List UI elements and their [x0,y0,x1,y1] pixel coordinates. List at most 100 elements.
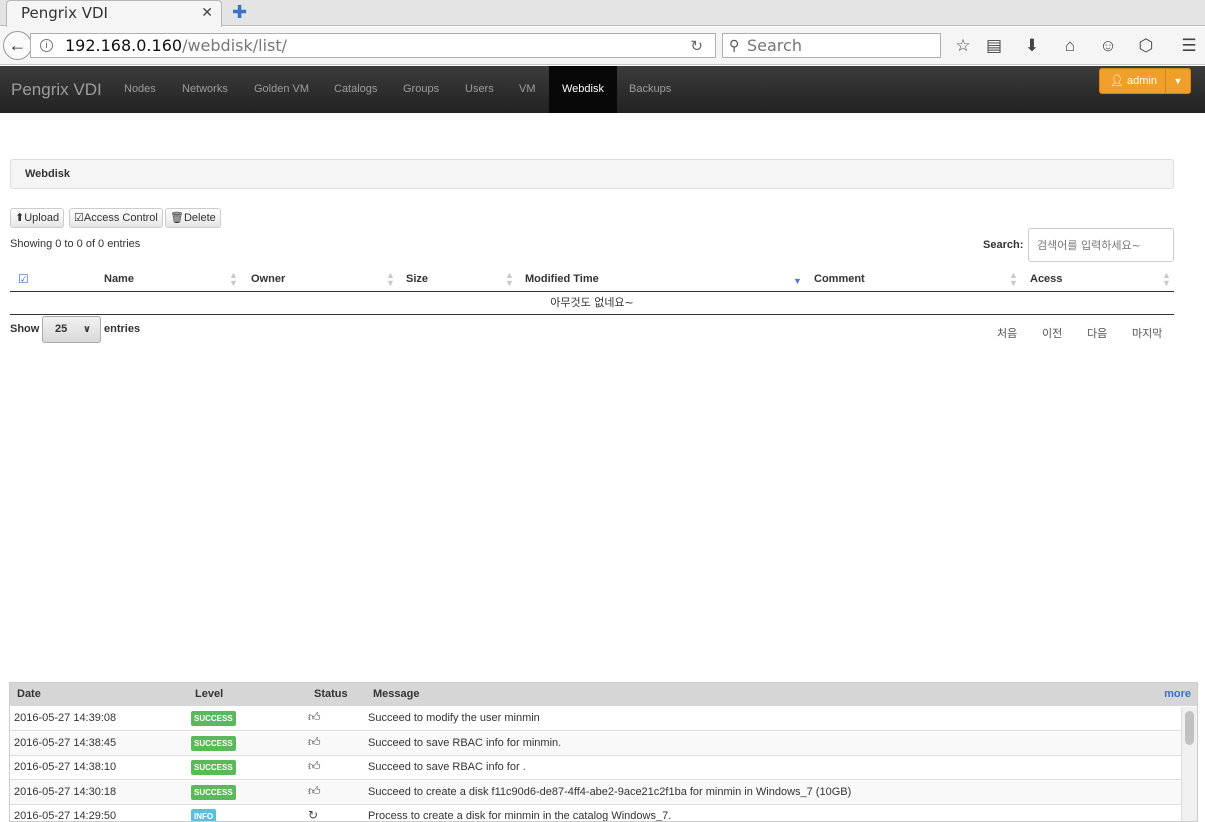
sort-desc-icon[interactable]: ▼ [793,277,802,286]
pagination-last[interactable]: 마지막 [1132,325,1162,341]
column-header-owner[interactable]: Owner [251,273,285,285]
access-control-button[interactable]: ☑Access Control [69,208,163,228]
log-level-badge: INFO [191,809,217,821]
log-date: 2016-05-27 14:29:50 [14,810,117,822]
browser-search-bar[interactable]: ⚲ [722,33,941,58]
nav-item-golden-vm[interactable]: Golden VM [241,66,322,113]
log-date: 2016-05-27 14:38:45 [14,736,117,749]
log-row: 2016-05-27 14:30:18 SUCCESS 👍︎ Succeed to c… [10,780,1182,805]
browser-tab[interactable]: Pengrix VDI ✕ [6,0,222,27]
hamburger-menu-icon[interactable]: ☰ [1178,35,1200,57]
sort-icon[interactable]: ▲ ▼ [1009,271,1018,288]
home-icon[interactable]: ⌂ [1059,35,1081,57]
log-header-level: Level [195,688,224,700]
log-scrollbar[interactable] [1181,707,1197,821]
show-label: Show [10,323,40,335]
thumbs-up-icon: 👍︎ [308,710,321,724]
log-message: Process to create a disk for minmin in t… [368,810,672,822]
nav-item-backups[interactable]: Backups [616,66,684,113]
log-level-badge: SUCCESS [191,784,236,800]
empty-table-message: 아무것도 없네요~ [10,293,1174,315]
log-date: 2016-05-27 14:30:18 [14,785,117,798]
log-header-date: Date [17,688,41,700]
browser-nav-bar: ← i 192.168.0.160/webdisk/list/ ↻ ⚲ ☆ ▤ … [0,27,1205,65]
brand-logo[interactable]: Pengrix VDI [11,80,102,100]
url-bar[interactable]: i 192.168.0.160/webdisk/list/ ↻ [30,33,716,58]
log-header: Date Level Status Message more [10,683,1197,706]
sort-icon[interactable]: ▲ ▼ [1162,271,1171,288]
browser-tab-title: Pengrix VDI [21,4,108,22]
trash-icon: 🗑︎ [170,212,184,224]
url-path: /webdisk/list/ [182,36,288,55]
table-search-input[interactable] [1028,228,1174,262]
browser-search-input[interactable] [747,35,937,56]
access-control-label: Access Control [83,212,158,224]
entries-info: Showing 0 to 0 of 0 entries [10,238,141,250]
delete-button[interactable]: 🗑︎Delete [165,208,221,228]
nav-item-users[interactable]: Users [452,66,507,113]
log-row: 2016-05-27 14:38:10 SUCCESS 👍︎ Succeed to s… [10,756,1182,780]
reading-list-icon[interactable]: ▤ [983,35,1005,57]
column-header-size[interactable]: Size [406,273,428,285]
log-level-badge: SUCCESS [191,735,236,751]
thumbs-up-icon: 👍︎ [308,783,321,798]
upload-button[interactable]: ⬆︎Upload [10,208,65,228]
upload-icon: ⬆︎ [15,212,25,224]
sort-icon[interactable]: ▲ ▼ [229,271,238,288]
nav-item-webdisk[interactable]: Webdisk [549,66,617,113]
panel-title: Webdisk [10,159,1174,189]
reload-icon[interactable]: ↻ [690,37,703,55]
smiley-icon[interactable]: ☺ [1097,35,1119,57]
page-size-value: 25 [55,323,68,335]
app-navbar: Pengrix VDI Nodes Networks Golden VM Cat… [0,66,1205,113]
nav-item-networks[interactable]: Networks [169,66,241,113]
thumbs-up-icon: 👍︎ [308,759,321,773]
select-all-check-icon[interactable]: ☑ [18,272,29,286]
thumbs-up-icon: 👍︎ [308,734,321,749]
edit-check-icon: ☑ [74,212,84,224]
log-scrollbar-thumb[interactable] [1185,711,1194,745]
sort-icon[interactable]: ▲ ▼ [505,271,514,288]
entries-label: entries [104,323,141,335]
log-header-status: Status [314,688,348,700]
back-arrow-icon[interactable]: ← [3,31,32,60]
nav-item-groups[interactable]: Groups [390,66,452,113]
pagination-first[interactable]: 처음 [997,325,1017,341]
log-row: 2016-05-27 14:38:45 SUCCESS 👍︎ Succeed to s… [10,731,1182,756]
refresh-icon: ↻ [308,808,319,822]
table-header: ☑ Name ▲ ▼ Owner ▲ ▼ Size ▲ ▼ Modified Time… [10,268,1174,292]
admin-user-label: admin [1127,75,1157,87]
nav-item-nodes[interactable]: Nodes [111,66,169,113]
column-header-access[interactable]: Acess [1030,273,1062,285]
log-row: 2016-05-27 14:39:08 SUCCESS 👍︎ Succeed to m… [10,707,1182,731]
nav-item-vm[interactable]: VM [506,66,549,113]
column-header-name[interactable]: Name [104,273,134,285]
new-tab-icon[interactable]: ✚ [232,2,247,23]
column-header-comment[interactable]: Comment [814,273,865,285]
user-icon: 👤︎ [1110,75,1124,87]
bookmark-star-icon[interactable]: ☆ [952,35,974,57]
admin-user-button[interactable]: 👤︎ admin [1099,68,1168,94]
delete-label: Delete [183,212,216,224]
log-level-badge: SUCCESS [191,760,236,775]
log-message: Succeed to create a disk f11c90d6-de87-4… [368,785,852,798]
sort-icon[interactable]: ▲ ▼ [386,271,395,288]
chevron-down-icon: ∨ [82,324,91,335]
search-label: Search: [983,239,1024,251]
download-icon[interactable]: ⬇ [1021,35,1043,57]
event-log-panel: Date Level Status Message more 2016-05-2… [9,682,1198,822]
page-size-select[interactable]: 25 ∨ [42,316,101,343]
pocket-icon[interactable]: ⬡ [1135,35,1157,57]
browser-tab-bar: Pengrix VDI ✕ ✚ [0,0,1205,27]
column-header-modified-time[interactable]: Modified Time [525,273,599,285]
log-message: Succeed to modify the user minmin [368,712,540,724]
search-icon: ⚲ [729,37,740,53]
upload-label: Upload [24,212,60,224]
close-tab-icon[interactable]: ✕ [201,1,213,25]
info-icon[interactable]: i [40,39,53,52]
nav-item-catalogs[interactable]: Catalogs [321,66,390,113]
pagination-previous[interactable]: 이전 [1042,325,1062,341]
pagination-next[interactable]: 다음 [1087,325,1107,341]
admin-dropdown-caret-icon[interactable]: ▼ [1165,68,1191,94]
log-more-link[interactable]: more [1164,688,1191,700]
